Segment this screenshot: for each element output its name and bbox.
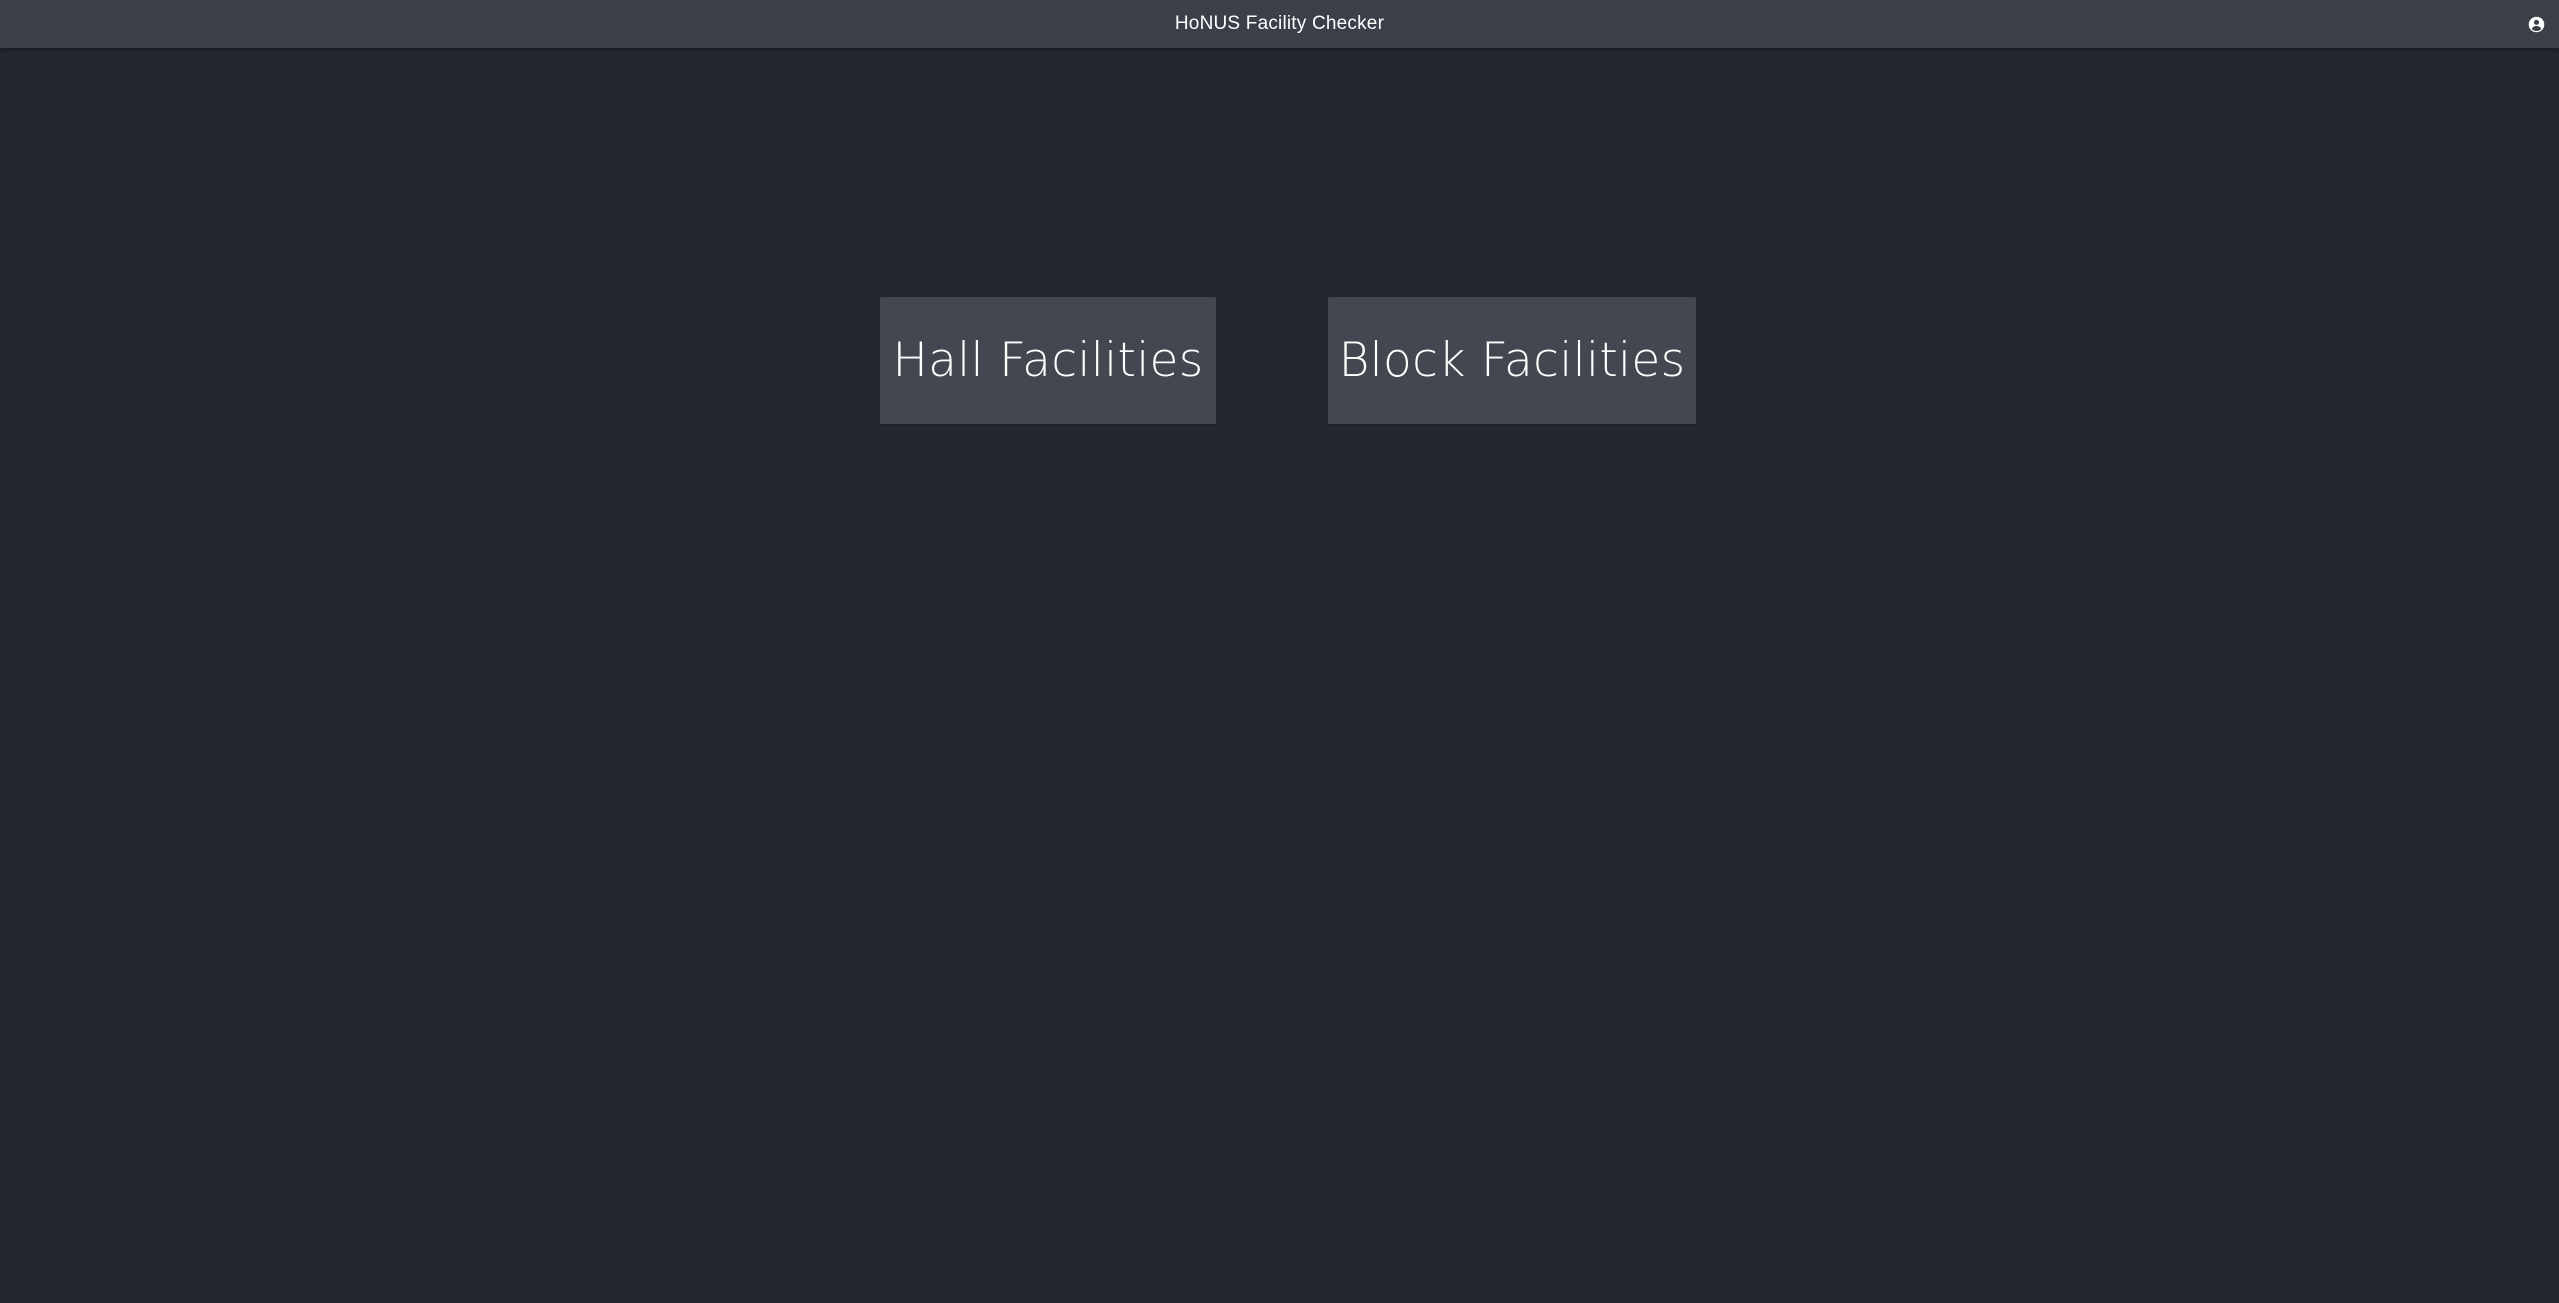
app-root: HoNUS Facility Checker Hall Facilities B… [0, 0, 2559, 1303]
hall-facilities-label: Hall Facilities [892, 333, 1204, 388]
hall-facilities-button[interactable]: Hall Facilities [880, 297, 1216, 424]
app-title: HoNUS Facility Checker [1174, 13, 1385, 34]
block-facilities-label: Block Facilities [1338, 333, 1686, 388]
account-circle-icon [2528, 16, 2544, 32]
account-button[interactable] [2523, 11, 2549, 37]
top-app-bar: HoNUS Facility Checker [0, 0, 2559, 48]
block-facilities-button[interactable]: Block Facilities [1328, 297, 1696, 424]
